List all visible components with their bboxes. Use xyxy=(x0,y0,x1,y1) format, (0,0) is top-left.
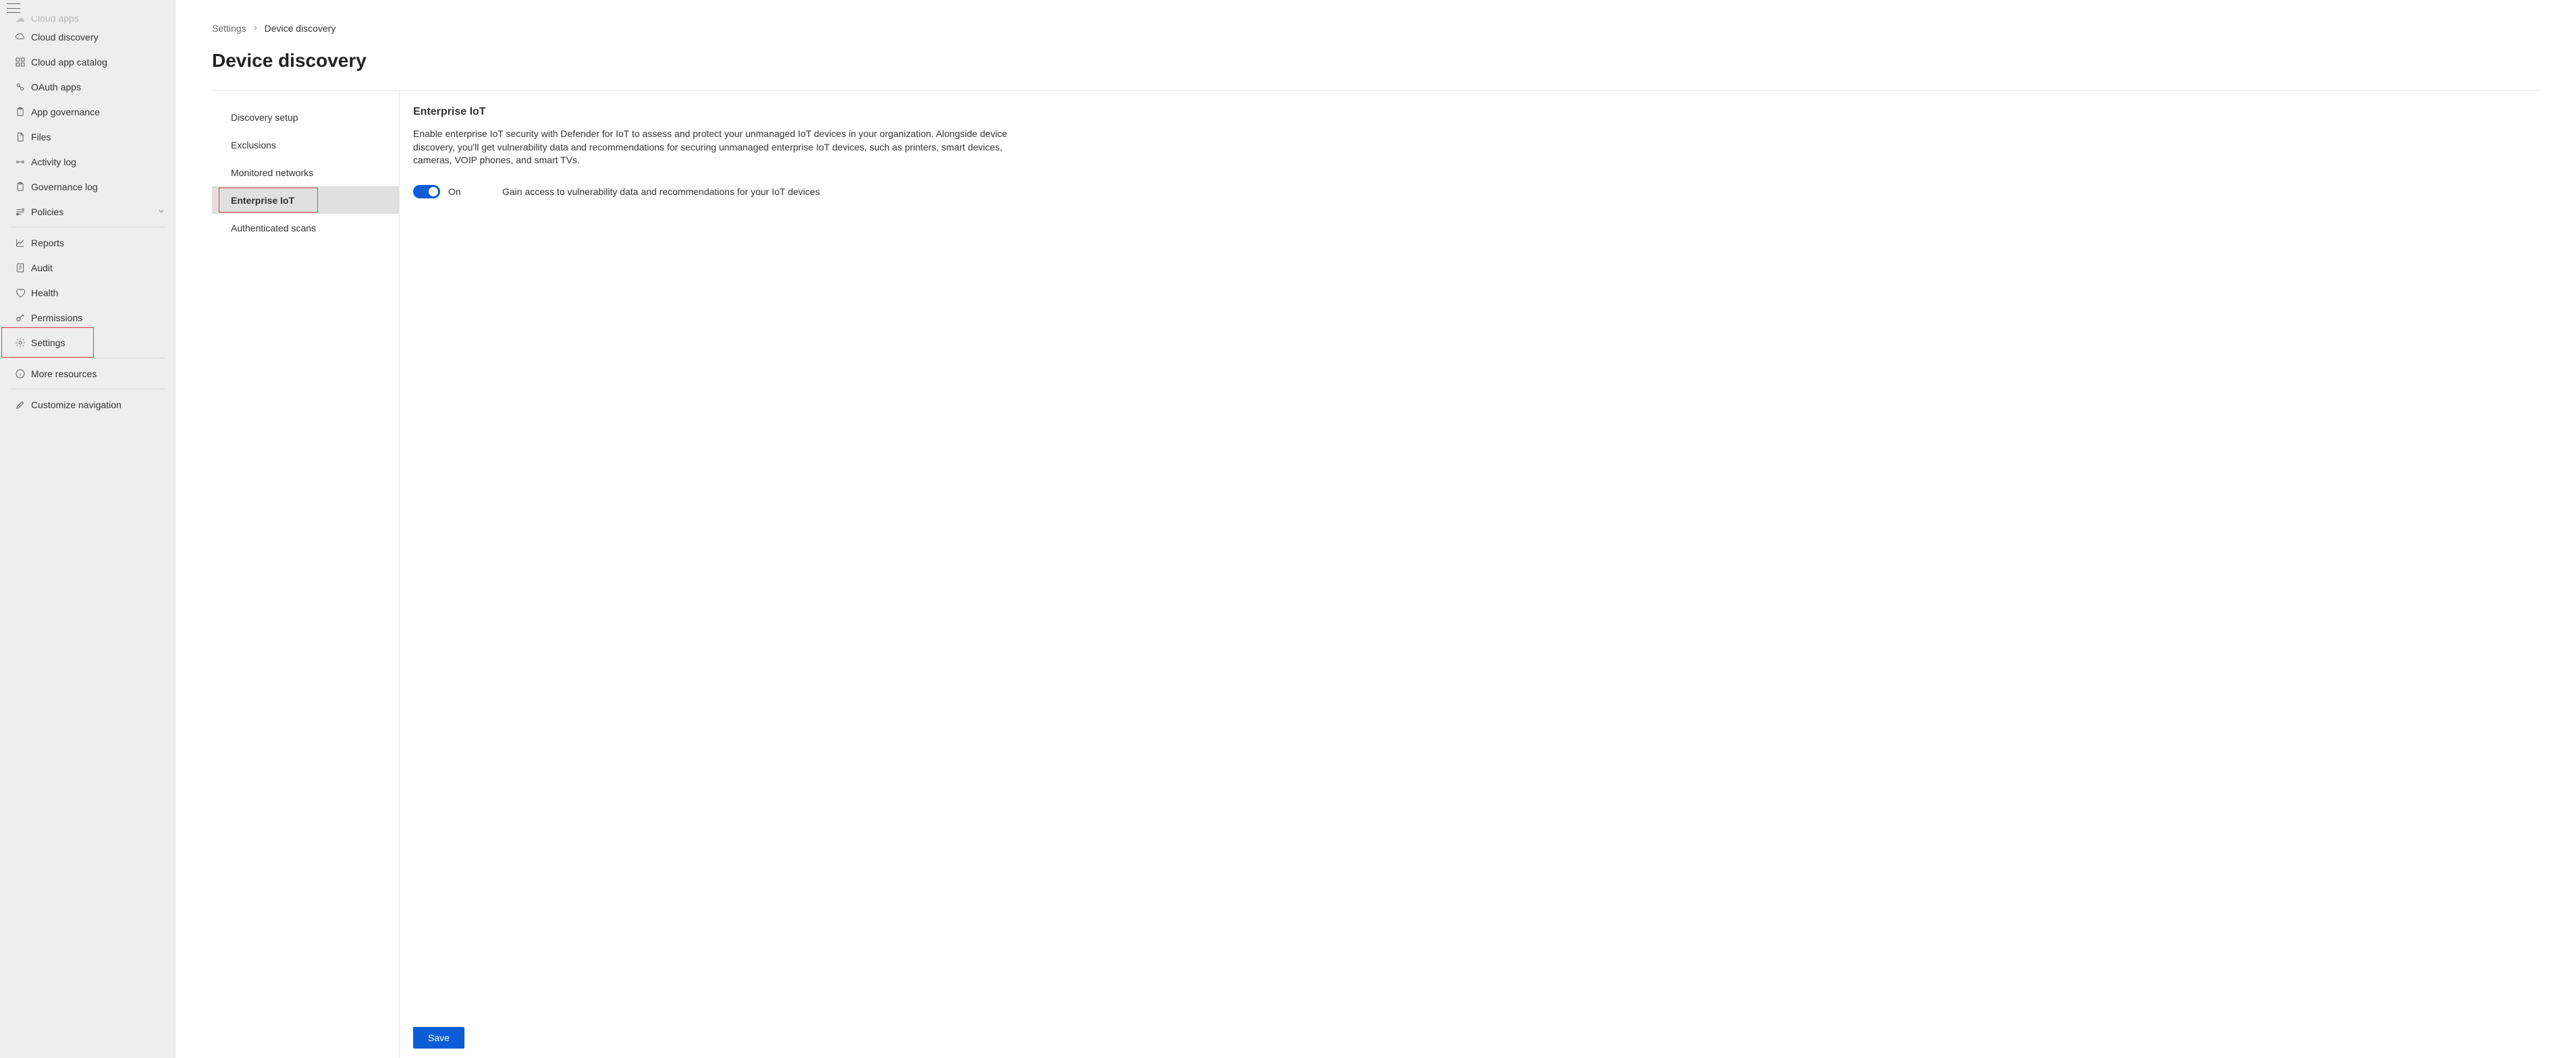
sidebar-item-label: Cloud app catalog xyxy=(31,57,107,67)
sidebar-item-health[interactable]: Health xyxy=(0,280,175,305)
breadcrumb-root[interactable]: Settings xyxy=(212,23,246,34)
sidebar-item-label: Cloud apps xyxy=(31,16,79,24)
policies-icon xyxy=(12,206,28,217)
chart-icon xyxy=(12,238,28,248)
toggle-state-label: On xyxy=(448,186,495,197)
sidebar-item-label: Audit xyxy=(31,262,53,273)
health-icon xyxy=(12,287,28,298)
subnav: Discovery setup Exclusions Monitored net… xyxy=(212,91,400,1058)
clipboard-icon xyxy=(12,107,28,117)
sidebar-item-customize-navigation[interactable]: Customize navigation xyxy=(0,392,175,417)
sidebar-item-settings[interactable]: Settings xyxy=(0,330,175,355)
oauth-icon xyxy=(12,82,28,92)
sidebar-item-app-governance[interactable]: App governance xyxy=(0,99,175,124)
sidebar-item-label: Cloud discovery xyxy=(31,32,99,43)
subnav-item-enterprise-iot[interactable]: Enterprise IoT xyxy=(212,186,399,214)
subnav-item-label: Monitored networks xyxy=(231,167,313,178)
subnav-item-label: Exclusions xyxy=(231,140,276,150)
panel-description: Enable enterprise IoT security with Defe… xyxy=(413,128,1034,167)
sidebar-item-label: Activity log xyxy=(31,157,76,167)
toggle-knob xyxy=(429,187,438,196)
sidebar-item-governance-log[interactable]: Governance log xyxy=(0,174,175,199)
breadcrumb-leaf[interactable]: Device discovery xyxy=(265,23,336,34)
toggle-description: Gain access to vulnerability data and re… xyxy=(502,186,820,197)
sidebar-item-label: Permissions xyxy=(31,312,82,323)
sidebar-item-cloud-app-catalog[interactable]: Cloud app catalog xyxy=(0,49,175,74)
cloud-discovery-icon xyxy=(12,32,28,43)
key-icon xyxy=(12,312,28,323)
sidebar-item-label: Health xyxy=(31,287,58,298)
enterprise-iot-toggle[interactable] xyxy=(413,185,440,198)
sidebar-item-cloud-apps[interactable]: ☁ Cloud apps xyxy=(0,16,175,24)
sidebar-item-label: OAuth apps xyxy=(31,82,81,92)
main-content: Settings Device discovery Device discove… xyxy=(176,0,2576,1058)
save-button[interactable]: Save xyxy=(413,1027,464,1049)
sidebar-item-oauth-apps[interactable]: OAuth apps xyxy=(0,74,175,99)
sidebar-item-label: Customize navigation xyxy=(31,399,122,410)
page-title: Device discovery xyxy=(212,50,2540,72)
sidebar-item-reports[interactable]: Reports xyxy=(0,230,175,255)
subnav-item-discovery-setup[interactable]: Discovery setup xyxy=(212,103,399,131)
sidebar-item-files[interactable]: Files xyxy=(0,124,175,149)
sidebar-item-label: More resources xyxy=(31,368,97,379)
sidebar-item-label: Governance log xyxy=(31,182,98,192)
subnav-item-label: Authenticated scans xyxy=(231,223,316,233)
info-icon xyxy=(12,368,28,379)
sidebar-item-label: Reports xyxy=(31,238,64,248)
breadcrumb: Settings Device discovery xyxy=(212,23,2540,34)
hamburger-menu-icon[interactable] xyxy=(7,3,20,13)
sidebar-item-cloud-discovery[interactable]: Cloud discovery xyxy=(0,24,175,49)
subnav-item-label: Discovery setup xyxy=(231,112,298,123)
gear-icon xyxy=(12,337,28,348)
sidebar-item-permissions[interactable]: Permissions xyxy=(0,305,175,330)
sidebar-item-policies[interactable]: Policies xyxy=(0,199,175,224)
sidebar-item-more-resources[interactable]: More resources xyxy=(0,361,175,386)
chevron-right-icon xyxy=(252,23,259,34)
pencil-icon xyxy=(12,399,28,410)
cloud-icon: ☁ xyxy=(12,16,28,24)
sidebar-item-label: Policies xyxy=(31,206,63,217)
activity-icon xyxy=(12,157,28,167)
sidebar-item-activity-log[interactable]: Activity log xyxy=(0,149,175,174)
sidebar-item-audit[interactable]: Audit xyxy=(0,255,175,280)
subnav-item-label: Enterprise IoT xyxy=(212,195,294,206)
clipboard-icon xyxy=(12,182,28,192)
sidebar-item-label: App governance xyxy=(31,107,100,117)
file-icon xyxy=(12,132,28,142)
chevron-down-icon xyxy=(157,206,165,217)
subnav-item-monitored-networks[interactable]: Monitored networks xyxy=(212,159,399,186)
catalog-icon xyxy=(12,57,28,67)
sidebar-item-label: Files xyxy=(31,132,51,142)
audit-icon xyxy=(12,262,28,273)
sidebar: ☁ Cloud apps Cloud discovery Cloud app c… xyxy=(0,0,176,1058)
subnav-item-exclusions[interactable]: Exclusions xyxy=(212,131,399,159)
subnav-item-authenticated-scans[interactable]: Authenticated scans xyxy=(212,214,399,242)
toggle-row: On Gain access to vulnerability data and… xyxy=(413,185,2540,198)
sidebar-item-label: Settings xyxy=(31,337,65,348)
panel-heading: Enterprise IoT xyxy=(413,106,2540,118)
settings-panel: Enterprise IoT Enable enterprise IoT sec… xyxy=(400,91,2540,1058)
